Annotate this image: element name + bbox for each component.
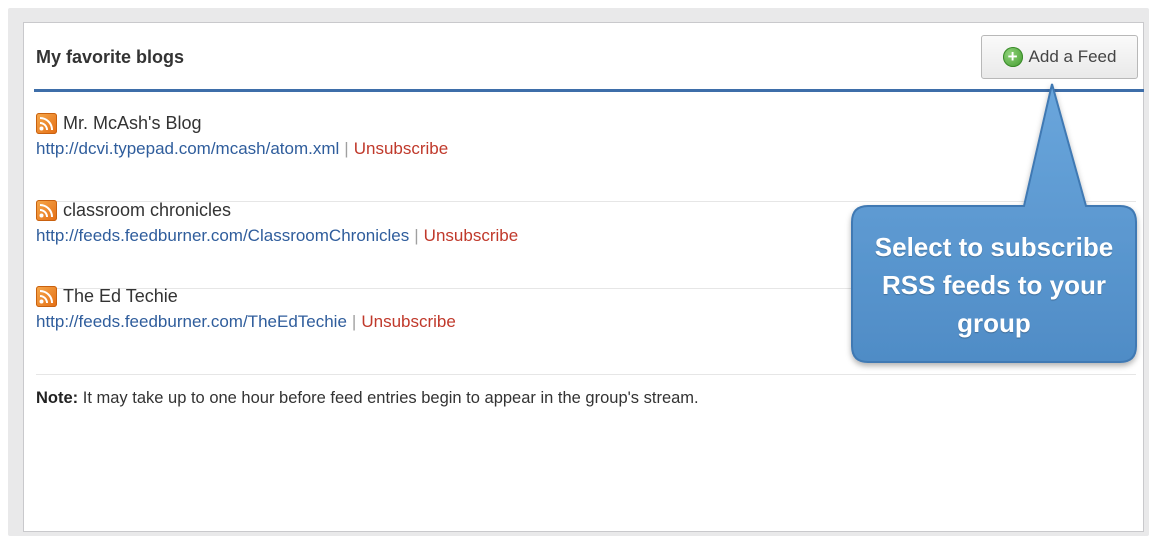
feed-url-row: http://dcvi.typepad.com/mcash/atom.xml | U… (36, 139, 448, 159)
add-feed-label: Add a Feed (1028, 47, 1117, 66)
feed-url-row: http://feeds.feedburner.com/TheEdTechie |… (36, 312, 456, 332)
note-body: It may take up to one hour before feed e… (78, 389, 699, 407)
unsubscribe-link[interactable]: Unsubscribe (361, 312, 456, 331)
callout-line: Select to subscribe (874, 232, 1114, 262)
plus-circle-icon: + (1002, 47, 1023, 67)
separator: | (344, 139, 349, 158)
feed-url-row: http://feeds.feedburner.com/ClassroomChr… (36, 226, 518, 246)
feed-name-row: Mr. McAsh's Blog (36, 113, 201, 134)
panel-title: My favorite blogs (36, 47, 185, 67)
note-label: Note: (36, 389, 79, 407)
feed-name: Mr. McAsh's Blog (63, 113, 202, 133)
unsubscribe-link[interactable]: Unsubscribe (424, 226, 519, 245)
feed-name: The Ed Techie (63, 286, 178, 306)
unsubscribe-link[interactable]: Unsubscribe (354, 139, 449, 158)
callout-line: RSS feeds to your (882, 270, 1106, 300)
rss-icon (36, 286, 57, 307)
note-text: Note: It may take up to one hour before … (36, 389, 699, 408)
feed-name-row: The Ed Techie (36, 286, 178, 307)
feed-url-link[interactable]: http://feeds.feedburner.com/ClassroomChr… (36, 226, 409, 245)
add-feed-button[interactable]: + Add a Feed (981, 35, 1138, 79)
separator: | (351, 312, 357, 331)
separator: | (414, 226, 419, 245)
rss-icon (36, 200, 57, 221)
rss-icon (36, 113, 57, 134)
callout-text: Select to subscribe RSS feeds to your gr… (852, 228, 1136, 342)
header-divider (34, 89, 1144, 92)
callout-line: group (957, 308, 1031, 338)
feed-item: Mr. McAsh's Blog http://dcvi.typepad.com… (36, 113, 1136, 202)
feed-url-link[interactable]: http://feeds.feedburner.com/TheEdTechie (36, 312, 347, 331)
feed-name: classroom chronicles (63, 200, 232, 220)
feed-name-row: classroom chronicles (36, 200, 231, 221)
feed-url-link[interactable]: http://dcvi.typepad.com/mcash/atom.xml (36, 139, 339, 158)
